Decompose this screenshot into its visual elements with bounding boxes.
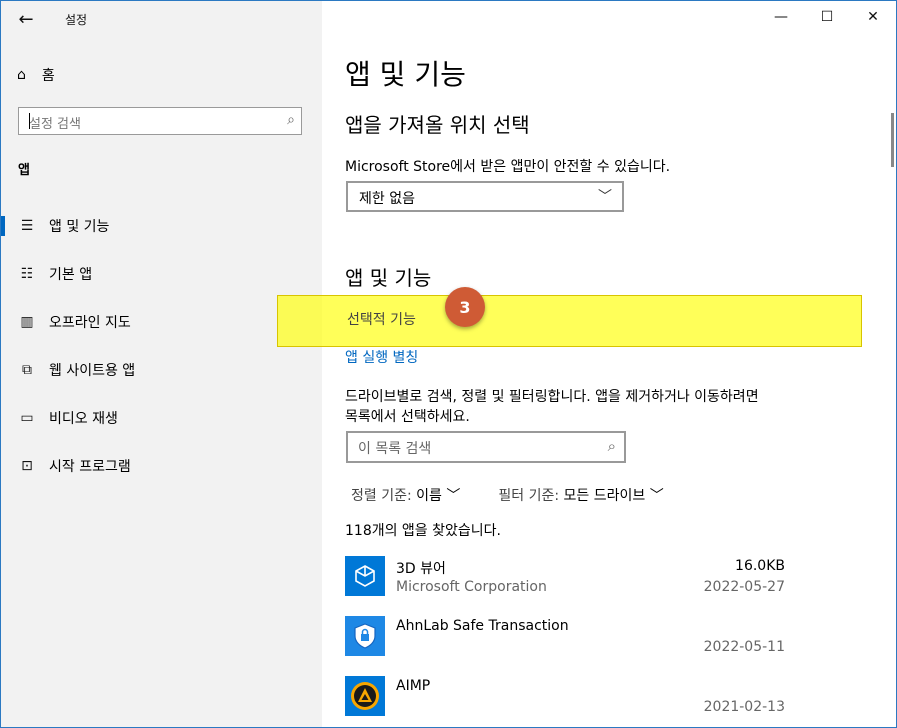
sort-value: 이름: [416, 488, 442, 504]
default-apps-icon: ☷: [20, 266, 34, 282]
app-list-search-placeholder: 이 목록 검색: [358, 441, 432, 457]
shield-icon: [345, 616, 385, 656]
chevron-down-icon: ﹀: [649, 488, 664, 504]
minimize-icon[interactable]: —: [758, 1, 804, 33]
optional-features-link[interactable]: 선택적 기능: [347, 309, 416, 329]
sidebar-item-apps-features[interactable]: ☰ 앱 및 기능: [1, 206, 322, 246]
app-list-search-input[interactable]: 이 목록 검색 ⌕: [346, 431, 626, 463]
chevron-down-icon: ﹀: [446, 488, 461, 504]
text-caret: [29, 113, 30, 129]
window-controls: — ☐ ✕: [758, 1, 896, 33]
app-name: 3D 뷰어: [396, 561, 446, 577]
step-badge: 3: [445, 287, 485, 327]
sidebar-item-offline-maps[interactable]: ▥ 오프라인 지도: [1, 302, 322, 342]
install-source-dropdown[interactable]: 제한 없음 ﹀: [346, 181, 624, 212]
home-nav-item[interactable]: ⌂ 홈: [17, 65, 55, 85]
settings-search-input[interactable]: 설정 검색 ⌕: [18, 107, 302, 135]
maximize-icon[interactable]: ☐: [804, 1, 850, 33]
app-name: AIMP: [396, 678, 431, 694]
close-icon[interactable]: ✕: [850, 1, 896, 33]
cube-icon: [345, 556, 385, 596]
apps-features-heading: 앱 및 기능: [345, 266, 432, 290]
filter-label: 필터 기준:: [498, 488, 560, 504]
sidebar-item-label: 웹 사이트용 앱: [49, 363, 136, 379]
back-arrow-icon[interactable]: ←: [3, 5, 49, 33]
selection-indicator: [1, 216, 5, 236]
settings-window: ← 설정 ⌂ 홈 설정 검색 ⌕ 앱 ☰ 앱 및 기능 ☷ 기본 앱 ▥ 오프라…: [0, 0, 897, 728]
video-icon: ▭: [20, 410, 34, 426]
instructions-line-2: 목록에서 선택하세요.: [345, 409, 470, 425]
sidebar: ← 설정 ⌂ 홈 설정 검색 ⌕ 앱 ☰ 앱 및 기능 ☷ 기본 앱 ▥ 오프라…: [1, 1, 322, 727]
startup-icon: ⊡: [21, 458, 33, 474]
filter-control[interactable]: 필터 기준: 모든 드라이브 ﹀: [498, 485, 663, 505]
app-size: 16.0KB: [735, 558, 785, 574]
home-icon: ⌂: [17, 67, 26, 83]
instructions-line-1: 드라이브별로 검색, 정렬 및 필터링합니다. 앱을 제거하거나 이동하려면: [345, 389, 759, 405]
app-date: 2022-05-11: [703, 639, 785, 655]
sidebar-section-label: 앱: [18, 163, 30, 178]
app-list-item[interactable]: AIMP 2021-02-13: [345, 676, 785, 727]
app-list-item[interactable]: AhnLab Safe Transaction 2022-05-11: [345, 616, 785, 676]
home-label: 홈: [41, 68, 55, 84]
settings-search-placeholder: 설정 검색: [29, 117, 81, 132]
chevron-down-icon: ﹀: [598, 189, 612, 205]
sidebar-item-video-playback[interactable]: ▭ 비디오 재생: [1, 398, 322, 438]
sort-label: 정렬 기준:: [351, 488, 412, 504]
window-title: 설정: [65, 13, 88, 27]
install-source-description: Microsoft Store에서 받은 앱만이 안전할 수 있습니다.: [345, 159, 671, 175]
dropdown-value: 제한 없음: [359, 191, 415, 207]
scrollbar[interactable]: [891, 113, 894, 167]
app-name: AhnLab Safe Transaction: [396, 618, 569, 634]
install-source-heading: 앱을 가져올 위치 선택: [345, 113, 530, 137]
list-icon: ☰: [20, 218, 34, 234]
sidebar-item-label: 시작 프로그램: [49, 459, 131, 475]
search-icon[interactable]: ⌕: [287, 112, 295, 128]
sidebar-item-startup[interactable]: ⊡ 시작 프로그램: [1, 446, 322, 486]
optional-features-highlight[interactable]: 선택적 기능: [277, 295, 862, 347]
app-list-item[interactable]: 3D 뷰어 Microsoft Corporation 16.0KB 2022-…: [345, 556, 785, 616]
app-date: 2021-02-13: [703, 699, 785, 715]
sidebar-item-default-apps[interactable]: ☷ 기본 앱: [1, 254, 322, 294]
sort-control[interactable]: 정렬 기준: 이름 ﹀: [351, 485, 460, 505]
web-apps-icon: ⧉: [22, 362, 32, 378]
app-aliases-link[interactable]: 앱 실행 별칭: [345, 347, 418, 367]
app-count-text: 118개의 앱을 찾았습니다.: [345, 523, 501, 539]
app-publisher: Microsoft Corporation: [396, 579, 547, 595]
sidebar-item-label: 비디오 재생: [49, 411, 118, 427]
page-title: 앱 및 기능: [345, 58, 466, 91]
sidebar-item-label: 기본 앱: [49, 267, 93, 283]
aimp-icon: [345, 676, 385, 716]
sidebar-item-label: 오프라인 지도: [49, 315, 131, 331]
map-icon: ▥: [20, 314, 34, 330]
app-date: 2022-05-27: [703, 579, 785, 595]
sidebar-item-web-apps[interactable]: ⧉ 웹 사이트용 앱: [1, 350, 322, 390]
sort-filter-row: 정렬 기준: 이름 ﹀ 필터 기준: 모든 드라이브 ﹀: [351, 485, 664, 505]
search-icon[interactable]: ⌕: [608, 437, 616, 455]
filter-value: 모든 드라이브: [563, 488, 646, 504]
sidebar-item-label: 앱 및 기능: [49, 219, 110, 235]
main-content: — ☐ ✕ 앱 및 기능 앱을 가져올 위치 선택 Microsoft Stor…: [323, 1, 896, 727]
